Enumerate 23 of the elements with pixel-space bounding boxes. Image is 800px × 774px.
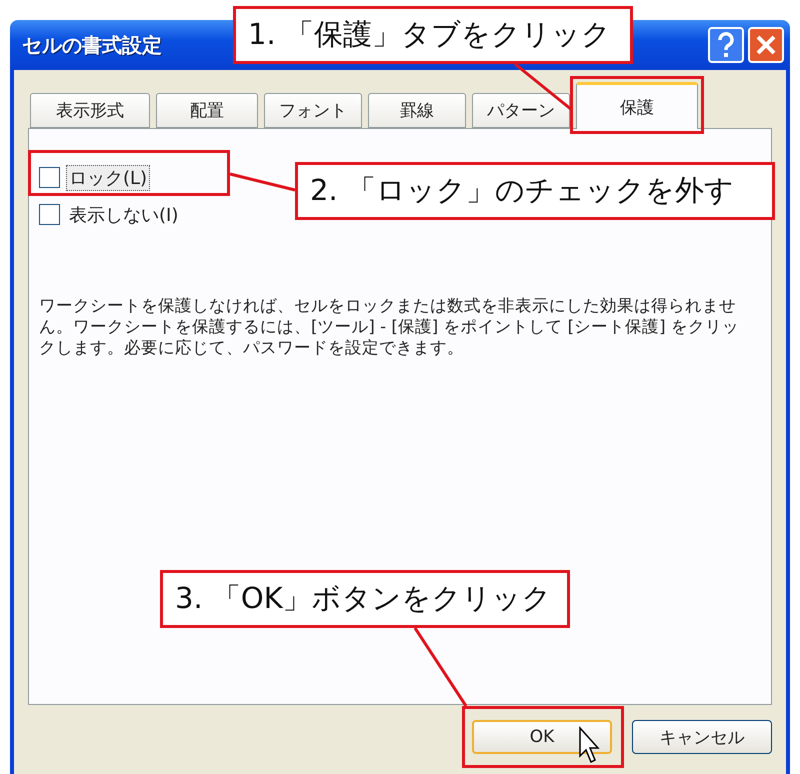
- cursor-icon: [579, 726, 600, 764]
- tab[interactable]: 表示形式: [30, 93, 150, 128]
- description-text: ワークシートを保護しなければ、セルをロックまたは数式を非表示にした効果は得られません。ワークシートを保護するには、[ツール] - [保護] をポイントして [シート保護] をクリックします。必要に応じて、パスワードを設定できます。: [39, 295, 739, 358]
- ok-button[interactable]: OK: [472, 720, 612, 754]
- close-icon: [755, 34, 777, 56]
- checkbox[interactable]: [39, 167, 60, 188]
- help-button[interactable]: [708, 27, 744, 63]
- close-button[interactable]: [748, 27, 784, 63]
- tab[interactable]: フォント: [264, 93, 362, 128]
- callout-text: 3. 「OK」ボタンをクリック: [160, 570, 570, 628]
- tab[interactable]: パターン: [472, 93, 570, 128]
- window-title: セルの書式設定: [22, 32, 162, 58]
- tab[interactable]: 罫線: [368, 93, 466, 128]
- checkbox[interactable]: [39, 204, 60, 225]
- checkbox-label[interactable]: ロック(L): [66, 164, 150, 190]
- callout-text: 2. 「ロック」のチェックを外す: [295, 162, 775, 220]
- question-icon: [717, 32, 735, 58]
- tab[interactable]: 保護: [576, 82, 698, 129]
- checkbox-label[interactable]: 表示しない(I): [66, 202, 182, 228]
- leader-line: [230, 172, 296, 192]
- callout-text: 1. 「保護」タブをクリック: [233, 6, 633, 64]
- tab[interactable]: 配置: [156, 93, 258, 128]
- cancel-button[interactable]: キャンセル: [632, 720, 772, 754]
